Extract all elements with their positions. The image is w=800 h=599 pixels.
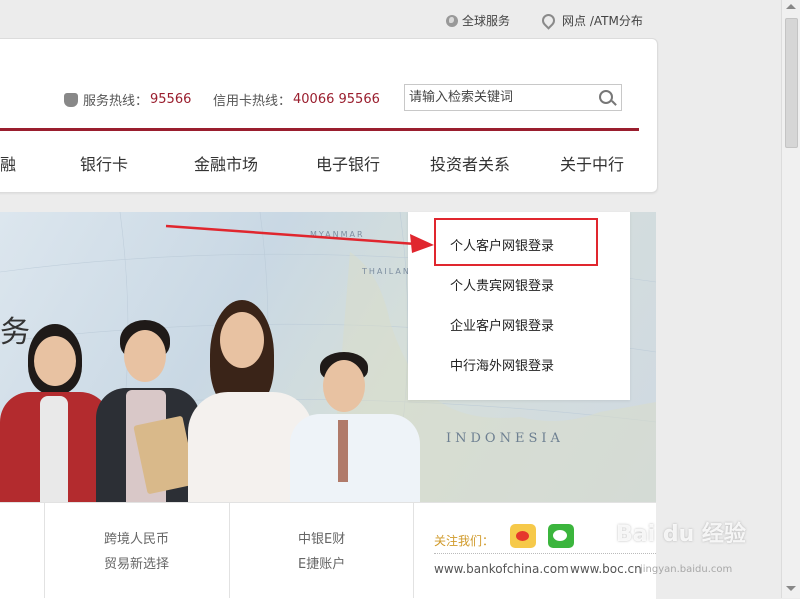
url-boc-cn[interactable]: www.boc.cn xyxy=(570,562,642,576)
service-hotline: 服务热线： 95566 xyxy=(64,90,191,109)
scroll-thumb[interactable] xyxy=(785,18,798,148)
scroll-down-arrow-icon[interactable] xyxy=(786,586,796,591)
trade-new-choice-text[interactable]: 贸易新选择 xyxy=(104,553,169,572)
bottom-links-strip xyxy=(0,502,656,599)
vip-banking-login[interactable]: 个人贵宾网银登录 xyxy=(450,275,554,294)
global-service-link[interactable]: 全球服务 xyxy=(446,12,510,29)
credit-card-hotline: 信用卡热线： 40066 95566 xyxy=(213,90,380,109)
service-hotline-number: 95566 xyxy=(150,92,192,107)
follow-us-label: 关注我们： xyxy=(434,534,495,548)
search-box xyxy=(404,84,622,111)
service-hotline-label: 服务热线： xyxy=(83,94,149,109)
column-divider xyxy=(44,502,45,598)
person-man-right xyxy=(290,352,420,502)
branch-atm-label: 网点 /ATM分布 xyxy=(562,14,643,28)
column-divider xyxy=(229,502,230,598)
credit-card-hotline-label: 信用卡热线： xyxy=(213,94,292,109)
corporate-banking-login[interactable]: 企业客户网银登录 xyxy=(450,315,554,334)
weibo-icon[interactable] xyxy=(510,524,536,548)
column-divider xyxy=(413,502,414,598)
url-bankofchina[interactable]: www.bankofchina.com xyxy=(434,562,569,576)
nav-item-investor-relations[interactable]: 投资者关系 xyxy=(430,151,510,175)
globe-icon xyxy=(446,14,458,27)
vertical-scrollbar[interactable] xyxy=(781,0,800,598)
boc-e-wealth-link[interactable]: 中银E财 xyxy=(298,528,345,547)
credit-card-hotline-number: 40066 95566 xyxy=(293,92,380,107)
nav-item-about-boc[interactable]: 关于中行 xyxy=(560,151,624,175)
cross-border-rmb-link[interactable]: 跨境人民币 xyxy=(104,528,169,547)
phone-icon xyxy=(64,92,78,107)
person-girl-backpack xyxy=(0,322,110,502)
overseas-banking-login[interactable]: 中行海外网银登录 xyxy=(450,355,554,374)
baidu-watermark: Bai du 经验 xyxy=(616,522,746,547)
branch-atm-link[interactable]: 网点 /ATM分布 xyxy=(539,11,643,30)
nav-item-e-banking[interactable]: 电子银行 xyxy=(316,151,380,175)
dotted-divider xyxy=(434,553,656,554)
scroll-up-arrow-icon[interactable] xyxy=(786,4,796,9)
brand-divider xyxy=(0,128,639,131)
e-quick-account-link[interactable]: E捷账户 xyxy=(298,553,345,572)
map-label-indonesia: INDONESIA xyxy=(446,431,564,446)
nav-item-financial-market[interactable]: 金融市场 xyxy=(194,151,258,175)
nav-item-finance-partial[interactable]: 融 xyxy=(0,151,16,175)
annotation-highlight-box xyxy=(434,218,598,266)
top-utility-bar: 全球服务 网点 /ATM分布 xyxy=(0,0,780,38)
search-input[interactable] xyxy=(409,88,593,107)
nav-item-bank-card[interactable]: 银行卡 xyxy=(80,151,128,175)
global-service-label: 全球服务 xyxy=(462,14,511,28)
wechat-icon[interactable] xyxy=(548,524,574,548)
search-icon[interactable] xyxy=(599,90,613,104)
location-pin-icon xyxy=(539,11,558,30)
annotation-arrow xyxy=(165,224,434,253)
baidu-watermark-url: jingyan.baidu.com xyxy=(640,564,733,575)
